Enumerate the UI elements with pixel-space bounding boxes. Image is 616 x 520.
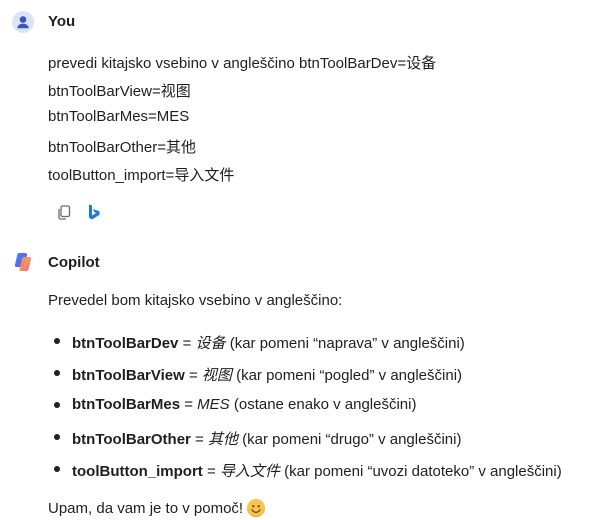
item-key: toolButton_import [72,463,203,480]
copy-button[interactable] [54,202,74,222]
message-actions [54,202,104,222]
user-avatar [12,11,34,33]
copy-icon [58,205,71,220]
copilot-intro: Prevedel bom kitajsko vsebino v anglešči… [48,292,343,309]
item-key: btnToolBarView [72,367,185,384]
item-eq: = [184,367,202,384]
copilot-outro: Upam, da vam je to v pomoč! [48,500,244,517]
item-note: (kar pomeni “pogled” v angleščini) [231,367,463,384]
item-key: btnToolBarOther [72,431,191,448]
item-note: (kar pomeni “naprava” v angleščini) [225,335,465,352]
copilot-outro-line: Upam, da vam je to v pomoč! [48,499,266,517]
item-value: 其他 [208,431,239,448]
bullet-dot [54,402,60,408]
item-value: 视图 [201,367,232,384]
user-message-line: prevedi kitajsko vsebino v angleščino bt… [48,55,437,72]
user-name: You [48,13,76,30]
item-value: 设备 [195,335,226,352]
item-value: MES [197,396,230,413]
item-eq: = [190,431,208,448]
user-icon [17,16,29,29]
bullet-dot [54,370,60,376]
copilot-avatar [12,251,34,273]
bing-search-button[interactable] [84,202,104,222]
bullet-dot [54,338,60,344]
item-key: btnToolBarMes [72,396,181,413]
user-message-line: btnToolBarOther=其他 [48,139,196,156]
bullet-dot [54,466,60,472]
item-value: 导入文件 [219,463,280,480]
item-note: (ostane enako v angleščini) [229,396,417,413]
item-note: (kar pomeni “drugo” v angleščini) [238,431,462,448]
item-eq: = [180,396,198,413]
item-key: btnToolBarDev [72,335,179,352]
bing-icon [89,204,100,220]
user-message-line: toolButton_import=导入文件 [48,167,235,184]
copilot-name: Copilot [48,254,100,271]
item-note: (kar pomeni “uvozi datoteko” v angleščin… [279,463,562,480]
user-message-line: btnToolBarMes=MES [48,108,190,125]
item-eq: = [178,335,196,352]
item-eq: = [202,463,220,480]
user-message-line: btnToolBarView=视图 [48,83,191,100]
bullet-dot [54,434,60,440]
copilot-logo-icon [14,253,32,271]
smiling-face-emoji-icon [247,499,266,517]
